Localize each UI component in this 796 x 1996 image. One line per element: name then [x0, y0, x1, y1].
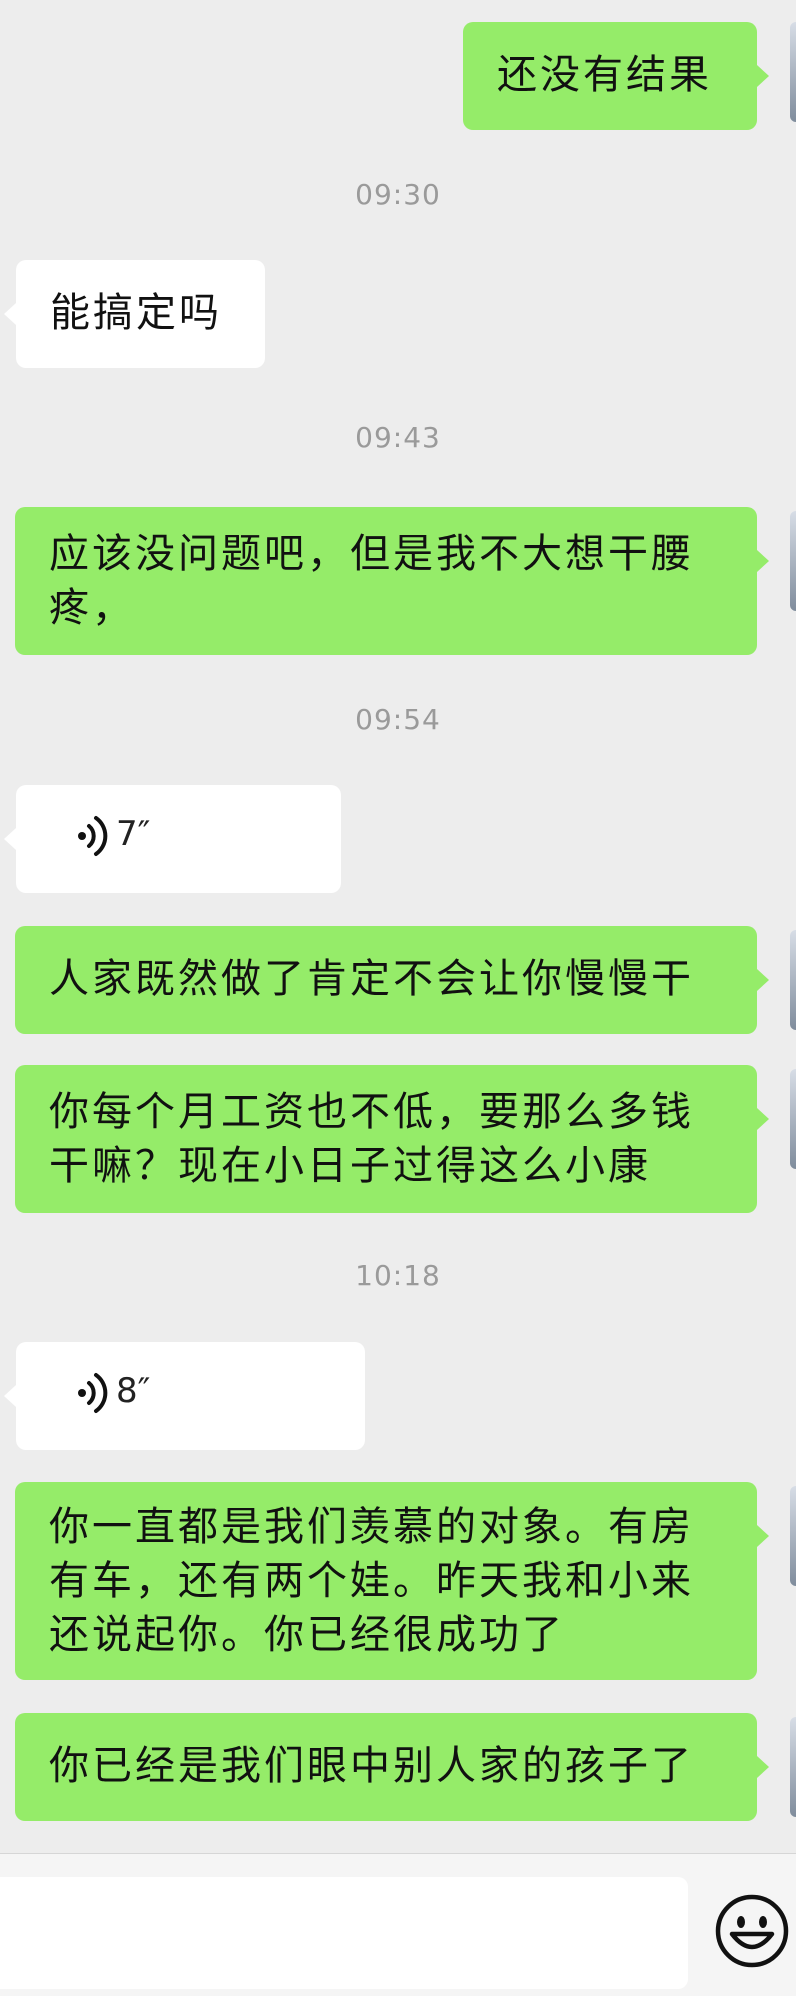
message-text: 能搞定吗	[50, 290, 222, 336]
bubble-tail	[757, 65, 769, 87]
timestamp: 09:43	[355, 421, 441, 454]
avatar[interactable]	[790, 1717, 796, 1817]
message-bubble[interactable]: 你一直都是我们羡慕的对象。有房有车，还有两个娃。昨天我和小来还说起你。你已经很成…	[15, 1482, 757, 1680]
timestamp: 09:30	[355, 178, 441, 211]
avatar[interactable]	[790, 930, 796, 1030]
voice-duration: 8″	[116, 1371, 151, 1411]
avatar[interactable]	[790, 22, 796, 122]
chat-history[interactable]: 还没有结果 09:30 能搞定吗 09:43 应该没问题吧，但是我不大想干腰疼，…	[0, 0, 796, 1853]
timestamp: 10:18	[355, 1259, 441, 1292]
bubble-tail	[757, 1108, 769, 1130]
message-text: 你已经是我们眼中别人家的孩子了	[49, 1743, 694, 1789]
voice-duration: 7″	[116, 814, 151, 854]
message-bubble[interactable]: 能搞定吗	[16, 260, 265, 368]
voice-wave-icon	[78, 1373, 108, 1413]
voice-bubble[interactable]: 7″	[16, 785, 341, 893]
message-text: 你每个月工资也不低，要那么多钱干嘛？现在小日子过得这么小康	[49, 1089, 694, 1189]
emoji-smile-icon[interactable]	[715, 1894, 789, 1968]
bubble-tail	[4, 303, 16, 325]
message-text: 人家既然做了肯定不会让你慢慢干	[49, 956, 694, 1002]
message-bubble[interactable]: 还没有结果	[463, 22, 757, 130]
message-text: 应该没问题吧，但是我不大想干腰疼，	[49, 531, 694, 631]
message-outgoing: 你一直都是我们羡慕的对象。有房有车，还有两个娃。昨天我和小来还说起你。你已经很成…	[0, 1482, 796, 1680]
bubble-tail	[757, 1756, 769, 1778]
message-bubble[interactable]: 你每个月工资也不低，要那么多钱干嘛？现在小日子过得这么小康	[15, 1065, 757, 1213]
message-input[interactable]	[0, 1877, 688, 1989]
bubble-tail	[757, 550, 769, 572]
message-outgoing: 应该没问题吧，但是我不大想干腰疼，	[0, 507, 796, 655]
message-outgoing: 你每个月工资也不低，要那么多钱干嘛？现在小日子过得这么小康	[0, 1065, 796, 1213]
bubble-tail	[4, 1385, 16, 1407]
avatar[interactable]	[790, 1486, 796, 1586]
voice-wave-icon	[78, 816, 108, 856]
voice-message-incoming: 8″	[0, 1342, 796, 1450]
message-text: 还没有结果	[497, 52, 712, 98]
message-outgoing: 人家既然做了肯定不会让你慢慢干	[0, 926, 796, 1034]
bubble-tail	[757, 969, 769, 991]
message-bubble[interactable]: 人家既然做了肯定不会让你慢慢干	[15, 926, 757, 1034]
avatar[interactable]	[790, 511, 796, 611]
bubble-tail	[4, 828, 16, 850]
message-outgoing: 你已经是我们眼中别人家的孩子了	[0, 1713, 796, 1821]
input-bar	[0, 1854, 796, 1996]
message-text: 你一直都是我们羡慕的对象。有房有车，还有两个娃。昨天我和小来还说起你。你已经很成…	[49, 1504, 694, 1658]
timestamp: 09:54	[355, 703, 441, 736]
message-incoming: 能搞定吗	[0, 260, 796, 368]
voice-message-incoming: 7″	[0, 785, 796, 893]
message-bubble[interactable]: 你已经是我们眼中别人家的孩子了	[15, 1713, 757, 1821]
voice-bubble[interactable]: 8″	[16, 1342, 365, 1450]
avatar[interactable]	[790, 1069, 796, 1169]
message-outgoing: 还没有结果	[0, 22, 796, 130]
bubble-tail	[757, 1525, 769, 1547]
message-bubble[interactable]: 应该没问题吧，但是我不大想干腰疼，	[15, 507, 757, 655]
